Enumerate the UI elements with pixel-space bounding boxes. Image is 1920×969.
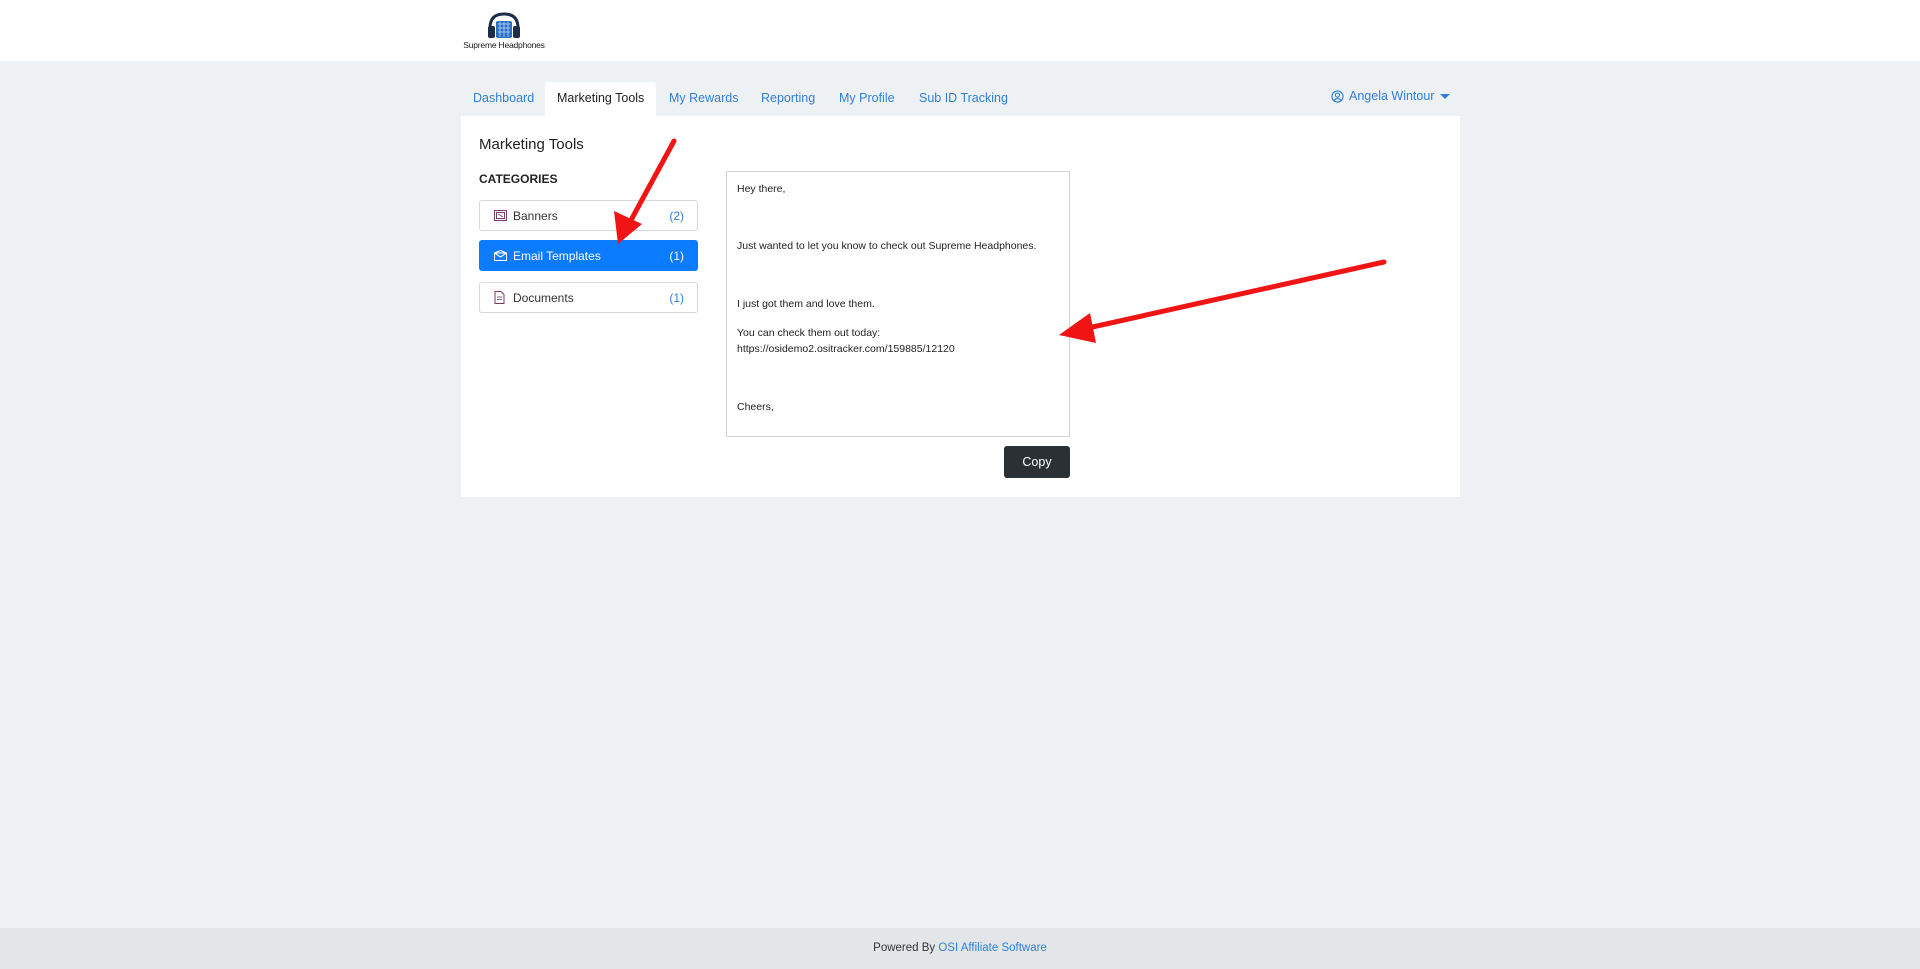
copy-button[interactable]: Copy <box>1004 446 1070 478</box>
user-menu[interactable]: Angela Wintour <box>1331 89 1451 103</box>
envelope-icon <box>494 250 507 261</box>
tab-reporting[interactable]: Reporting <box>749 82 827 116</box>
tab-my-profile[interactable]: My Profile <box>827 82 907 116</box>
template-line: I just got them and love them. <box>737 298 875 310</box>
category-label: Banners <box>513 209 558 223</box>
tab-my-rewards[interactable]: My Rewards <box>657 82 750 116</box>
tab-dashboard[interactable]: Dashboard <box>461 82 546 116</box>
marketing-tools-card: Marketing Tools CATEGORIES Banners (2) E… <box>461 116 1460 497</box>
tab-sub-id-tracking[interactable]: Sub ID Tracking <box>907 82 1020 116</box>
category-label: Email Templates <box>513 249 601 263</box>
user-name: Angela Wintour <box>1349 89 1435 103</box>
brand-logo[interactable]: Supreme Headphones <box>461 12 547 52</box>
caret-down-icon <box>1440 93 1451 99</box>
footer-link[interactable]: OSI Affiliate Software <box>938 942 1046 954</box>
category-label: Documents <box>513 291 574 305</box>
category-documents[interactable]: Documents (1) <box>479 282 698 313</box>
category-email-templates[interactable]: Email Templates (1) <box>479 240 698 271</box>
categories-heading: CATEGORIES <box>479 172 558 186</box>
document-icon <box>494 291 505 304</box>
template-line: Just wanted to let you know to check out… <box>737 240 1037 252</box>
top-bar: Supreme Headphones <box>0 0 1920 61</box>
tab-marketing-tools[interactable]: Marketing Tools <box>545 82 657 116</box>
user-circle-icon <box>1331 89 1344 103</box>
template-line: You can check them out today: <box>737 327 881 339</box>
footer: Powered By OSI Affiliate Software <box>0 928 1920 969</box>
category-banners[interactable]: Banners (2) <box>479 200 698 231</box>
page-title: Marketing Tools <box>479 136 584 153</box>
category-count: (2) <box>669 209 684 223</box>
category-count: (1) <box>669 291 684 305</box>
footer-prefix: Powered By <box>873 942 936 954</box>
email-template-text[interactable]: Hey there, Just wanted to let you know t… <box>726 171 1070 437</box>
category-count: (1) <box>669 249 684 263</box>
brand-name: Supreme Headphones <box>463 40 545 50</box>
template-link-line: https://osidemo2.ositracker.com/159885/1… <box>737 343 955 355</box>
template-line: Hey there, <box>737 183 786 195</box>
headphones-logo-icon <box>488 12 520 38</box>
banner-icon <box>494 210 507 221</box>
template-line: Cheers, <box>737 401 774 413</box>
